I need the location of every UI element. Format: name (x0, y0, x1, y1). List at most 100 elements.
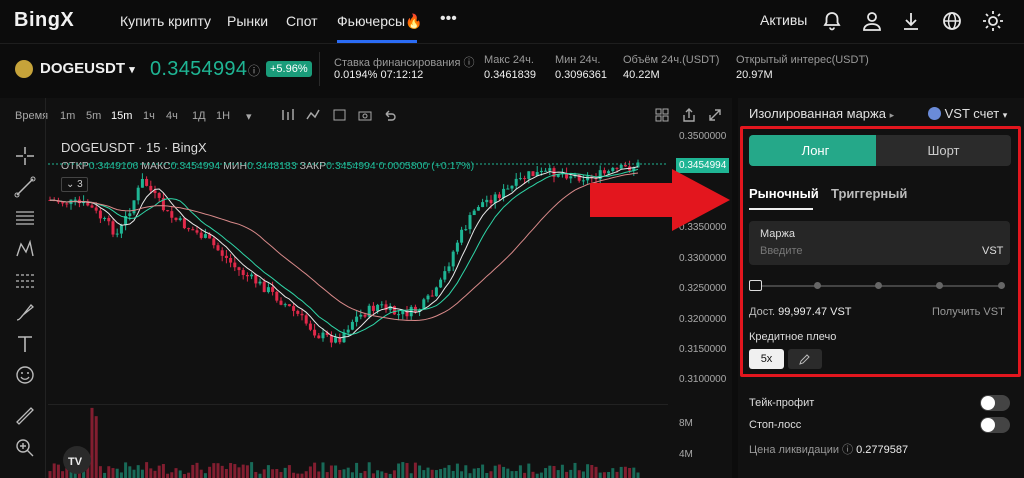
margin-mode-selector[interactable]: Изолированная маржа ▸ (749, 106, 894, 121)
timeframe-dropdown-icon[interactable]: ▾ (246, 110, 252, 123)
candle-body (103, 217, 107, 219)
volume-24h-value: 40.22M (623, 69, 660, 81)
margin-mode-label: Изолированная маржа (749, 106, 886, 121)
pattern-icon[interactable] (14, 238, 36, 260)
leverage-value-button[interactable]: 5x (749, 349, 784, 369)
get-vst-link[interactable]: Получить VST (932, 306, 1005, 318)
slider-step[interactable] (814, 282, 821, 289)
candle-body (455, 242, 459, 252)
short-tab[interactable]: Шорт (876, 135, 1011, 166)
candle-body (229, 257, 233, 263)
volume-bar (502, 466, 506, 478)
candle-body (313, 329, 317, 336)
share-icon[interactable] (682, 107, 696, 123)
indicators-icon[interactable] (305, 108, 321, 122)
slider-handle[interactable] (749, 280, 762, 291)
candle-body (145, 178, 149, 186)
emoji-icon[interactable] (14, 364, 36, 386)
camera-icon[interactable] (357, 108, 373, 122)
take-profit-toggle[interactable] (980, 395, 1010, 411)
candle-body (119, 225, 123, 234)
volume-bar (451, 470, 455, 478)
zoom-in-icon[interactable] (14, 437, 36, 459)
funding-rate-label[interactable]: Ставка финансирования ⓘ (334, 54, 474, 70)
volume-bar (275, 468, 279, 478)
edit-leverage-icon[interactable] (788, 349, 822, 369)
nav-buy-crypto[interactable]: Купить крипту (120, 13, 211, 29)
candle-body (481, 202, 485, 208)
theme-sun-icon[interactable] (982, 10, 1004, 32)
volume-bar (203, 473, 207, 478)
volume-bar (569, 469, 573, 478)
candle-body (426, 295, 430, 300)
volume-bar (447, 465, 451, 478)
candle-body (447, 266, 451, 272)
volume-axis-label: 4M (679, 449, 693, 460)
horizontal-lines-icon[interactable] (14, 207, 36, 229)
account-selector[interactable]: VST счет ▾ (928, 106, 1007, 121)
candle-body (283, 304, 287, 306)
fullscreen-icon[interactable] (708, 108, 722, 122)
slider-step[interactable] (875, 282, 882, 289)
volume-bar (443, 467, 447, 478)
stop-loss-toggle[interactable] (980, 417, 1010, 433)
symbol-selector[interactable]: DOGEUSDT ▾ (40, 60, 135, 77)
candle-body (279, 300, 283, 305)
ruler-icon[interactable] (14, 405, 36, 427)
volume-bar (464, 465, 468, 478)
assets-link[interactable]: Активы (760, 12, 807, 28)
volume-bar (628, 467, 632, 478)
volume-bar (279, 472, 283, 478)
candle-body (308, 323, 312, 330)
candle-body (523, 178, 527, 180)
timeframe-1h[interactable]: 1ч (143, 110, 155, 122)
y-axis-label: 0.3250000 (679, 283, 727, 294)
template-icon[interactable] (332, 108, 348, 122)
margin-placeholder[interactable]: Введите (760, 245, 803, 257)
bell-icon[interactable] (821, 10, 843, 32)
timeframe-5m[interactable]: 5m (86, 110, 101, 122)
timeframe-1w[interactable]: 1Н (216, 110, 230, 122)
crosshair-icon[interactable] (14, 145, 36, 167)
undo-icon[interactable] (382, 108, 398, 122)
nav-spot[interactable]: Спот (286, 13, 318, 29)
candle-body (581, 180, 585, 182)
timeframe-1m[interactable]: 1m (60, 110, 75, 122)
candle-type-icon[interactable] (280, 108, 296, 122)
bingx-logo[interactable]: BingX (14, 9, 74, 32)
toggle-knob (981, 418, 995, 432)
volume-bar (380, 471, 384, 478)
trigger-order-tab[interactable]: Триггерный (831, 186, 907, 201)
volume-bar (325, 472, 329, 478)
timeframe-1d[interactable]: 1Д (192, 110, 206, 122)
info-icon[interactable]: ⓘ (842, 444, 853, 456)
candle-body (224, 255, 228, 258)
user-icon[interactable] (861, 10, 883, 32)
candlestick-chart[interactable] (48, 130, 668, 390)
more-menu-icon[interactable]: ••• (440, 10, 457, 28)
trendline-icon[interactable] (14, 176, 36, 198)
text-tool-icon[interactable] (14, 333, 36, 355)
volume-bar (313, 462, 317, 478)
timeframe-15m[interactable]: 15m (111, 110, 132, 122)
nav-futures[interactable]: Фьючерсы🔥 (337, 13, 423, 30)
globe-icon[interactable] (941, 10, 963, 32)
slider-step[interactable] (936, 282, 943, 289)
nav-markets[interactable]: Рынки (227, 13, 268, 29)
candle-body (178, 218, 182, 220)
volume-bar (371, 473, 375, 478)
market-order-tab[interactable]: Рыночный (749, 186, 819, 201)
timeframe-4h[interactable]: 4ч (166, 110, 178, 122)
brush-icon[interactable] (14, 301, 36, 323)
info-icon[interactable]: ⓘ (248, 62, 260, 79)
layout-grid-icon[interactable] (655, 108, 669, 122)
slider-step[interactable] (998, 282, 1005, 289)
volume-bar (359, 472, 363, 478)
fib-icon[interactable] (14, 270, 36, 292)
change-badge: +5.96% (266, 61, 312, 77)
download-icon[interactable] (900, 10, 922, 32)
candle-body (548, 168, 552, 171)
candle-body (250, 274, 254, 277)
timeframe-time[interactable]: Время (15, 110, 48, 122)
long-tab[interactable]: Лонг (749, 135, 882, 166)
